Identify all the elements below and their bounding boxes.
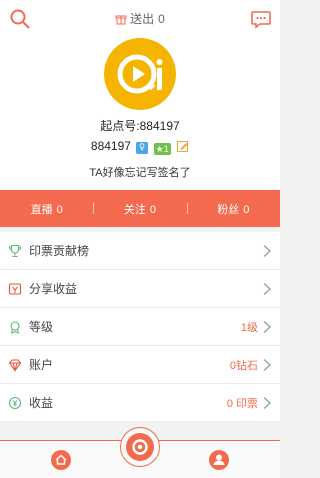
profile-icon[interactable] (208, 449, 230, 471)
sent-count: 0 (158, 12, 165, 26)
share-income-icon (8, 282, 22, 295)
chevron-right-icon (263, 396, 271, 409)
chevron-right-icon (263, 320, 271, 333)
menu-item-share-income[interactable]: 分享收益 (0, 270, 280, 308)
menu-item-income[interactable]: 收益 0 印票 (0, 384, 280, 422)
menu-item-contribution[interactable]: 印票贡献榜 (0, 232, 280, 270)
profile-header: 送出 0 起点号:884197 884197 ★1 TA好像忘记写签名了 (0, 0, 280, 190)
menu-list: 印票贡献榜 分享收益 等级 1级 账户 0钻石 收益 0 印票 (0, 232, 280, 422)
stat-following[interactable]: 关注 0 (93, 201, 186, 217)
female-icon (139, 143, 145, 151)
menu-item-label: 账户 (29, 358, 54, 372)
income-icon (8, 396, 22, 409)
level-badge: ★1 (153, 143, 171, 155)
stat-value: 0 (243, 203, 250, 216)
sent-label: 送出 (130, 12, 155, 26)
chevron-right-icon (263, 358, 271, 371)
level-badge-value: 1 (163, 144, 169, 154)
menu-item-label: 印票贡献榜 (29, 244, 90, 258)
menu-item-level[interactable]: 等级 1级 (0, 308, 280, 346)
menu-item-value: 0 印票 (226, 397, 258, 410)
menu-item-account[interactable]: 账户 0钻石 (0, 346, 280, 384)
stat-value: 0 (56, 203, 63, 216)
trophy-icon (8, 244, 22, 257)
stat-label: 关注 (123, 203, 146, 216)
chat-icon[interactable] (250, 8, 272, 30)
stat-label: 粉丝 (217, 203, 240, 216)
menu-item-label: 等级 (29, 320, 54, 334)
avatar[interactable] (104, 38, 176, 110)
user-id-row: 884197 ★1 (0, 139, 280, 155)
live-camera-button[interactable] (120, 427, 160, 467)
edit-icon[interactable] (177, 140, 189, 152)
live-camera-icon (126, 433, 154, 461)
menu-item-label: 分享收益 (29, 282, 78, 296)
star-icon: ★ (155, 144, 164, 154)
menu-item-value: 1级 (240, 321, 258, 334)
signature: TA好像忘记写签名了 (89, 167, 191, 179)
gender-badge (136, 142, 149, 154)
level-icon (10, 320, 20, 334)
stat-live[interactable]: 直播 0 (0, 201, 93, 217)
stat-fans[interactable]: 粉丝 0 (186, 201, 280, 217)
menu-item-label: 收益 (29, 396, 54, 410)
stat-label: 直播 (30, 203, 53, 216)
gift-icon (115, 15, 127, 25)
diamond-icon (8, 359, 22, 372)
chevron-right-icon (263, 282, 271, 295)
user-id: 884197 (90, 139, 131, 153)
home-icon[interactable] (50, 449, 72, 471)
avatar-logo (117, 54, 163, 94)
qidian-id: 起点号:884197 (100, 119, 180, 133)
stat-value: 0 (149, 203, 157, 216)
chevron-right-icon (263, 244, 271, 257)
menu-item-value: 0钻石 (229, 359, 258, 372)
stats-bar: 直播 0 关注 0 粉丝 0 (0, 190, 280, 227)
sent-gifts[interactable]: 送出 0 (0, 10, 280, 27)
